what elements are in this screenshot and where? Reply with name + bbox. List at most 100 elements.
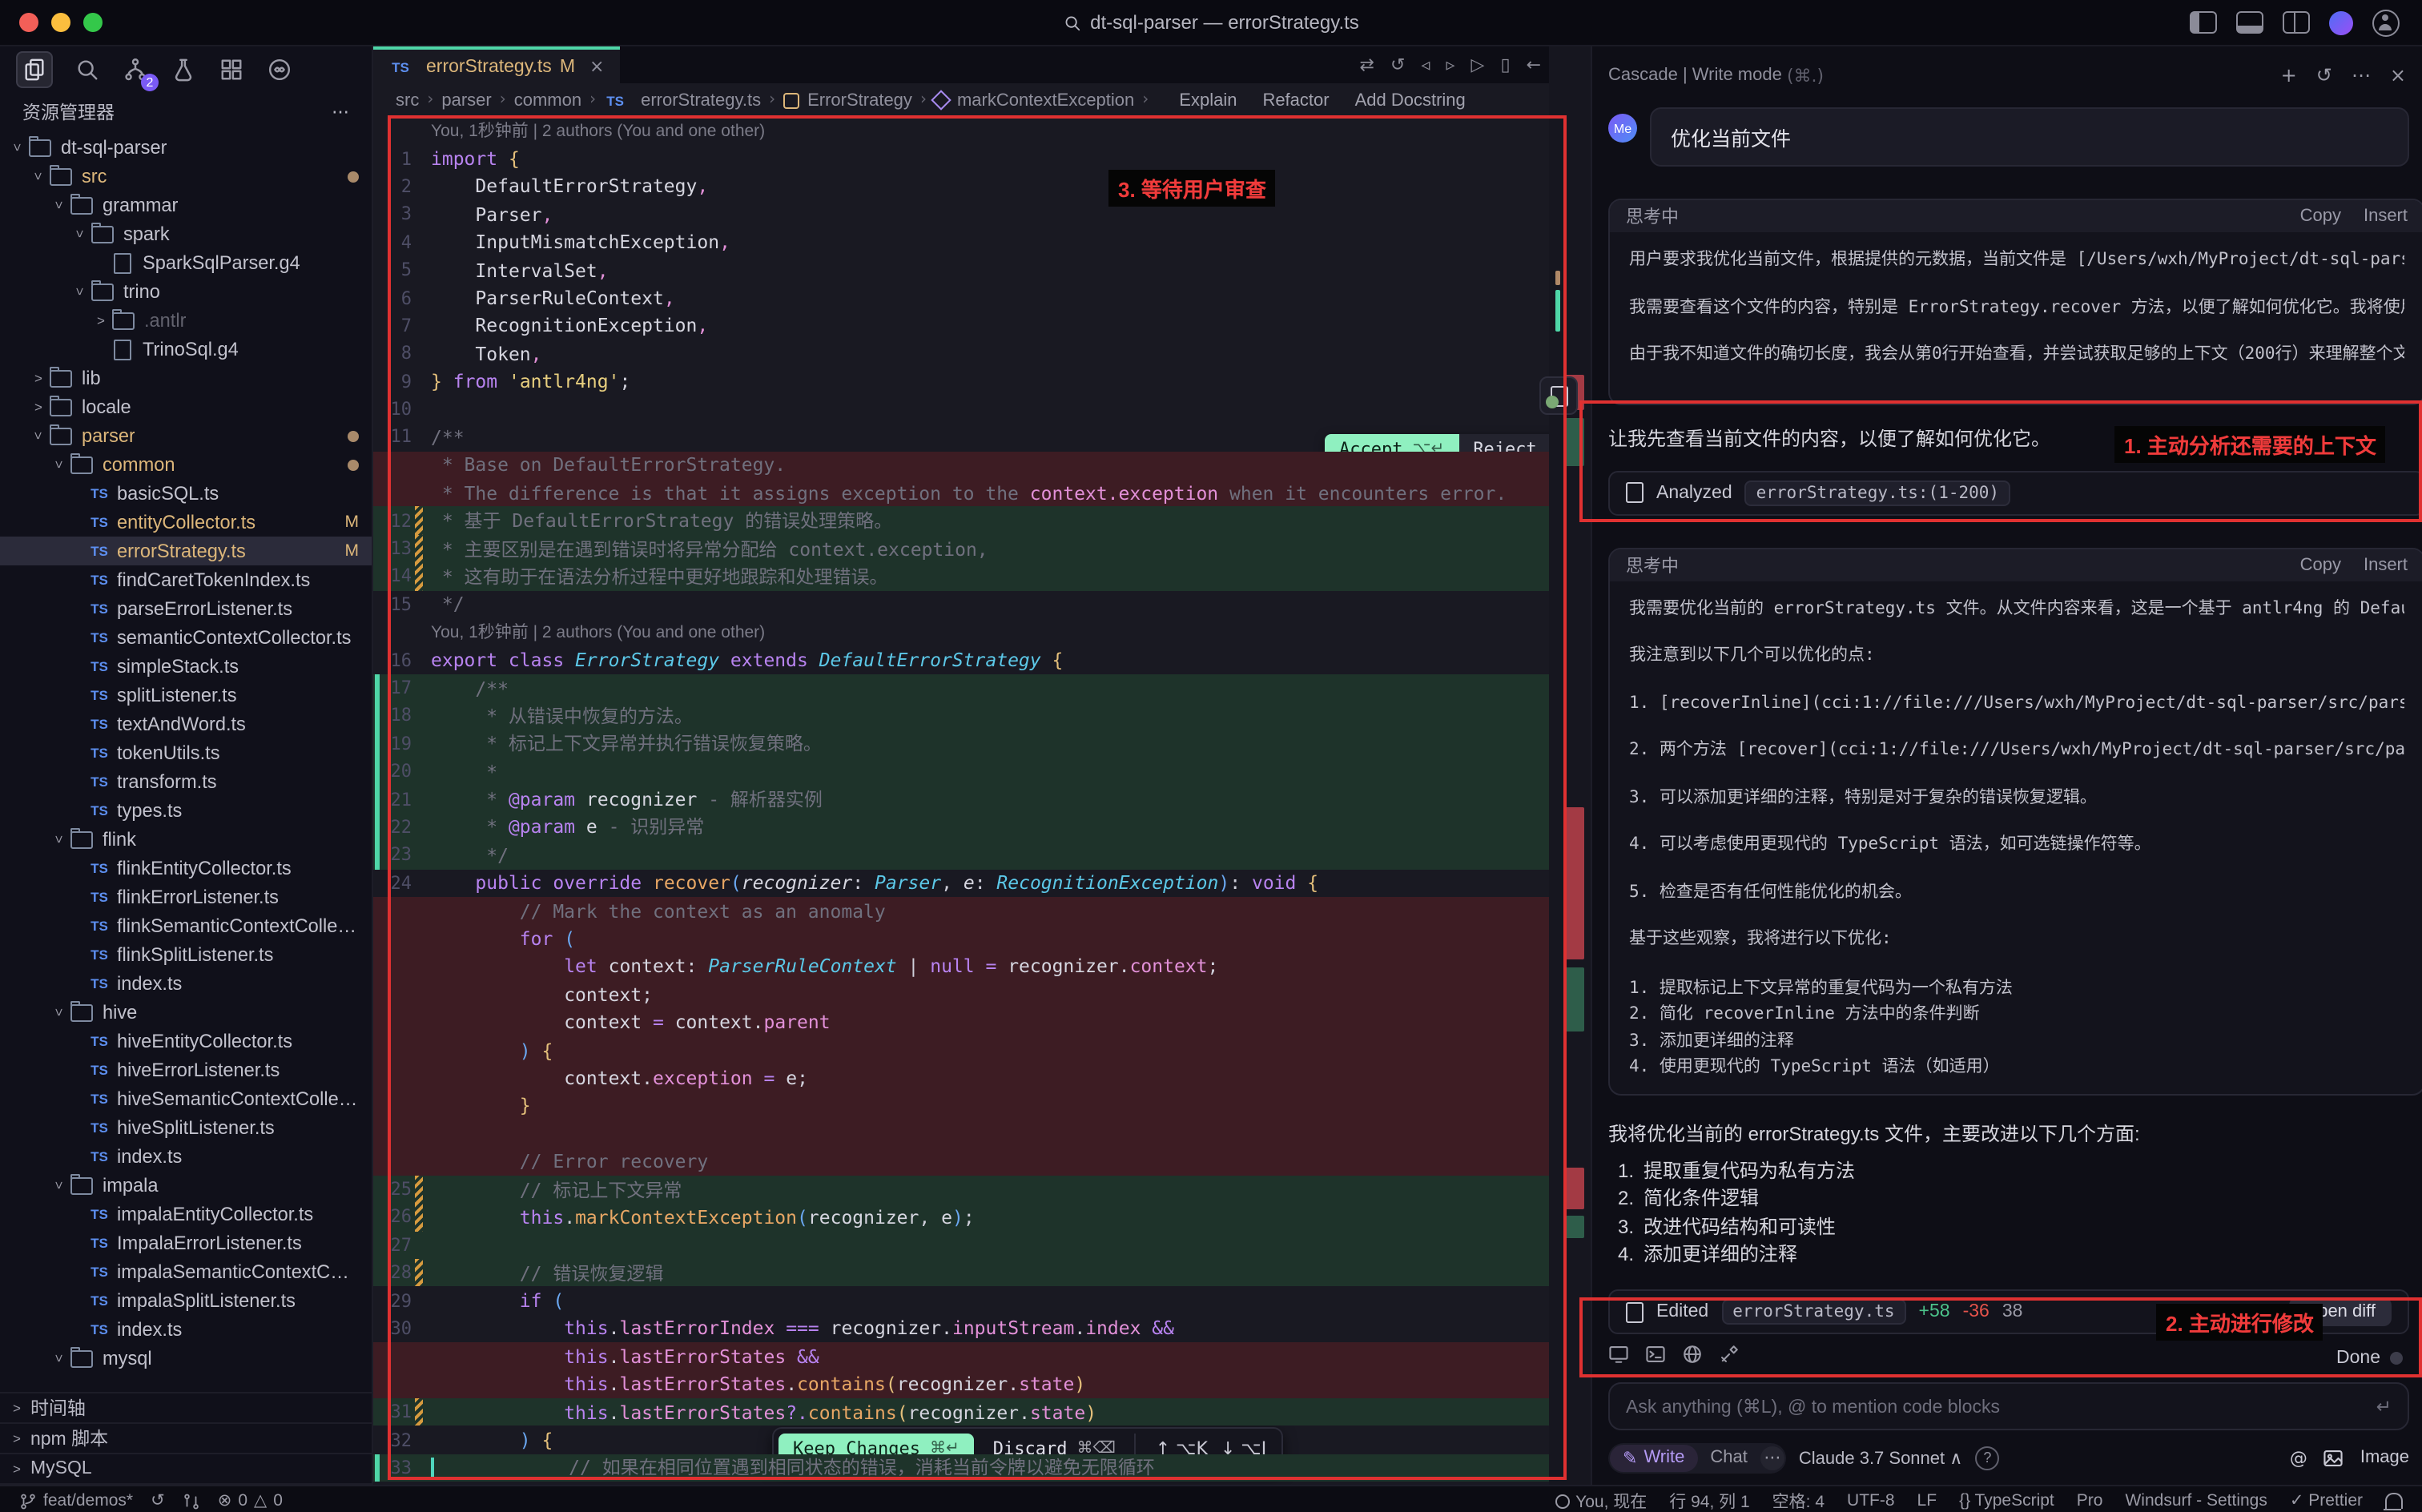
refactor-action[interactable]: Refactor (1262, 90, 1329, 110)
tree-item-spark[interactable]: >spark (0, 219, 372, 248)
code-line-6[interactable]: 6 ParserRuleContext, (373, 284, 1591, 312)
tree-item-impala[interactable]: >impala (0, 1171, 372, 1200)
write-mode-button[interactable]: ✎Write (1610, 1444, 1697, 1471)
code-line[interactable]: ) { (373, 1036, 1591, 1064)
analyzed-row[interactable]: Analyzed errorStrategy.ts:(1-200) (1608, 470, 2422, 515)
code-line-23[interactable]: 23 */ (373, 841, 1591, 869)
minimap[interactable] (1549, 46, 1591, 1485)
code-line-7[interactable]: 7 RecognitionException, (373, 312, 1591, 340)
status-item-4[interactable]: LF (1917, 1491, 1937, 1510)
tree-item-grammar[interactable]: >grammar (0, 191, 372, 219)
tree-item-entityCollector.ts[interactable]: entityCollector.tsM (0, 508, 372, 537)
code-line-30[interactable]: 30 this.lastErrorIndex === recognizer.in… (373, 1315, 1591, 1343)
cascade-input[interactable]: Ask anything (⌘L), @ to mention code blo… (1608, 1382, 2409, 1430)
tree-item-index.ts[interactable]: index.ts (0, 1142, 372, 1171)
globe-icon[interactable] (1682, 1344, 1703, 1373)
debug-icon[interactable] (170, 55, 197, 82)
code-line-33[interactable]: 33 // 如果在相同位置遇到相同状态的错误，消耗当前令牌以避免无限循环 (373, 1454, 1591, 1482)
code-line[interactable]: let context: ParserRuleContext | null = … (373, 952, 1591, 980)
tree-item-semanticContextCollector.ts[interactable]: semanticContextCollector.ts (0, 623, 372, 652)
tree-item-flinkSemanticContextCollecto...[interactable]: flinkSemanticContextCollecto... (0, 911, 372, 940)
code-line-5[interactable]: 5 IntervalSet, (373, 256, 1591, 284)
code-line-15[interactable]: 15 */ (373, 590, 1591, 618)
status-item-1[interactable]: 行 94, 列 1 (1669, 1489, 1749, 1512)
zoom-window-button[interactable] (83, 13, 103, 32)
copy-button[interactable]: Copy (2300, 207, 2341, 226)
tree-item-flinkSplitListener.ts[interactable]: flinkSplitListener.ts (0, 940, 372, 969)
tab-errorstrategy[interactable]: errorStrategy.ts M × (373, 46, 620, 83)
run-icon[interactable]: ▷ (1471, 54, 1485, 75)
code-line[interactable]: for ( (373, 925, 1591, 953)
code-line[interactable]: this.lastErrorStates.contains(recognizer… (373, 1370, 1591, 1398)
extensions-icon[interactable] (218, 55, 245, 82)
status-item-6[interactable]: Pro (2077, 1491, 2103, 1510)
explorer-icon[interactable] (16, 50, 53, 87)
tree-item-textAndWord.ts[interactable]: textAndWord.ts (0, 710, 372, 738)
tree-item-flinkEntityCollector.ts[interactable]: flinkEntityCollector.ts (0, 854, 372, 883)
compare-changes-icon[interactable]: ⇄ (1360, 54, 1374, 75)
tree-item-splitListener.ts[interactable]: splitListener.ts (0, 681, 372, 710)
code-line-14[interactable]: 14 * 这有助于在语法分析过程中更好地跟踪和处理错误。 (373, 563, 1591, 591)
discard-icon[interactable]: ↺ (1390, 54, 1405, 75)
cascade-infinity-icon[interactable] (266, 55, 293, 82)
status-item-5[interactable]: {} TypeScript (1959, 1491, 2054, 1510)
source-control-icon[interactable]: 2 (122, 55, 149, 82)
sync-icon[interactable]: ↺ (151, 1491, 165, 1510)
notifications-bell-icon[interactable] (2385, 1493, 2403, 1509)
code-line-1[interactable]: 1import { (373, 145, 1591, 173)
tree-item-findCaretTokenIndex.ts[interactable]: findCaretTokenIndex.ts (0, 565, 372, 594)
code-line[interactable]: context = context.parent (373, 1008, 1591, 1036)
terminal-icon[interactable] (1645, 1344, 1666, 1373)
prev-change-icon[interactable]: ◃ (1421, 54, 1430, 75)
panel-npm-scripts[interactable]: >npm 脚本 (0, 1424, 372, 1454)
back-icon[interactable]: ← (1527, 54, 1541, 75)
code-line-8[interactable]: 8 Token, (373, 340, 1591, 368)
tree-item-src[interactable]: >src (0, 162, 372, 191)
tree-item-common[interactable]: >common (0, 450, 372, 479)
tree-item-parseErrorListener.ts[interactable]: parseErrorListener.ts (0, 594, 372, 623)
copy-button[interactable]: Copy (2300, 555, 2341, 574)
toggle-panel-icon[interactable] (2236, 11, 2263, 34)
close-tab-icon[interactable]: × (589, 56, 604, 77)
code-line[interactable] (373, 1120, 1591, 1148)
status-item-3[interactable]: UTF-8 (1847, 1491, 1895, 1510)
done-status[interactable]: Done (2336, 1349, 2403, 1368)
image-label[interactable]: Image (2360, 1448, 2409, 1467)
minimize-window-button[interactable] (51, 13, 70, 32)
user-message[interactable]: 优化当前文件 (1650, 107, 2409, 167)
panel-timeline[interactable]: >时间轴 (0, 1393, 372, 1424)
tree-item-parser[interactable]: >parser (0, 421, 372, 450)
breadcrumb-src[interactable]: src (396, 90, 419, 110)
toggle-sidebar-icon[interactable] (2190, 11, 2217, 34)
tree-item-trino[interactable]: >trino (0, 277, 372, 306)
tree-item-mysql[interactable]: >mysql (0, 1344, 372, 1373)
code-line-9[interactable]: 9} from 'antlr4ng'; (373, 368, 1591, 396)
layout-grid-icon[interactable] (2283, 11, 2310, 34)
code-line-11[interactable]: 11/** (373, 424, 1591, 452)
code-line-19[interactable]: 19 * 标记上下文异常并执行错误恢复策略。 (373, 730, 1591, 758)
code-line[interactable]: * Base on DefaultErrorStrategy. (373, 451, 1591, 479)
next-change-icon[interactable]: ▹ (1446, 54, 1454, 75)
code-line-12[interactable]: 12 * 基于 DefaultErrorStrategy 的错误处理策略。 (373, 507, 1591, 535)
code-line[interactable]: } (373, 1092, 1591, 1120)
tree-item-hiveEntityCollector.ts[interactable]: hiveEntityCollector.ts (0, 1027, 372, 1056)
breadcrumb-parser[interactable]: parser (441, 90, 491, 110)
windsurf-assistant-icon[interactable] (2329, 10, 2353, 34)
code-line-28[interactable]: 28 // 错误恢复逻辑 (373, 1259, 1591, 1287)
new-chat-icon[interactable]: + (2281, 64, 2297, 86)
tree-item-types.ts[interactable]: types.ts (0, 796, 372, 825)
breadcrumb-method[interactable]: markContextException (957, 90, 1134, 110)
tree-item-tokenUtils.ts[interactable]: tokenUtils.ts (0, 738, 372, 767)
branch-indicator[interactable]: feat/demos* (19, 1491, 133, 1510)
model-selector[interactable]: Claude 3.7 Sonnet ∧ (1799, 1447, 1963, 1468)
insert-button[interactable]: Insert (2364, 207, 2408, 226)
code-line[interactable]: context; (373, 980, 1591, 1008)
tree-item-hiveSemanticContextCollecto...[interactable]: hiveSemanticContextCollecto... (0, 1084, 372, 1113)
history-icon[interactable]: ↺ (2316, 64, 2332, 86)
panel-mysql[interactable]: >MySQL (0, 1454, 372, 1485)
tree-item-impalaSemanticContextColle...[interactable]: impalaSemanticContextColle... (0, 1257, 372, 1286)
code-line-18[interactable]: 18 * 从错误中恢复的方法。 (373, 702, 1591, 730)
compare-icon[interactable] (183, 1492, 200, 1510)
code-line[interactable]: // Error recovery (373, 1148, 1591, 1176)
code-line-2[interactable]: 2 DefaultErrorStrategy, (373, 173, 1591, 201)
